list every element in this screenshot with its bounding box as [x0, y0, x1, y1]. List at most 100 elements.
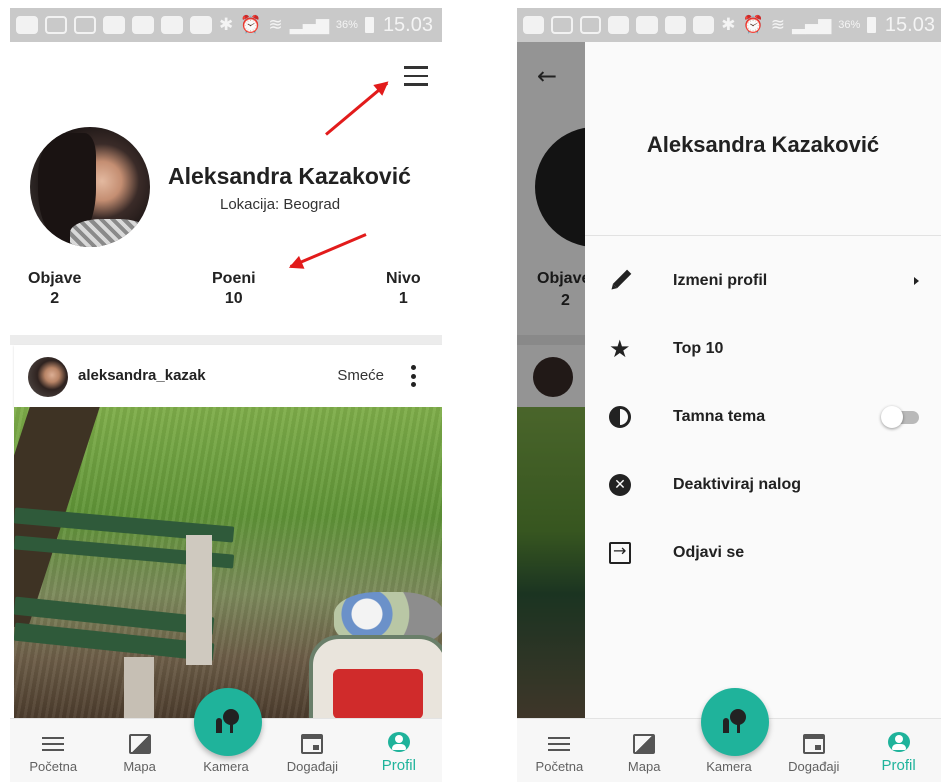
camera-tree-icon	[722, 709, 748, 735]
pencil-icon	[604, 265, 635, 296]
menu-item-label: Top 10	[673, 340, 724, 357]
logout-icon	[609, 541, 631, 564]
scrim[interactable]	[517, 42, 585, 782]
nav-label: Kamera	[706, 759, 752, 774]
nav-profile[interactable]: Profil	[356, 719, 442, 782]
battery-percent: 36%	[335, 19, 358, 31]
notification-icon	[74, 16, 96, 34]
nav-home[interactable]: Početna	[10, 719, 96, 782]
notification-icon	[664, 16, 686, 34]
stat-value: 2	[50, 290, 60, 307]
nav-label: Događaji	[788, 759, 840, 774]
notification-icon	[161, 16, 183, 34]
more-vert-icon[interactable]	[410, 365, 416, 387]
nav-label: Mapa	[123, 759, 156, 774]
stat-points: Poeni 10	[212, 270, 256, 308]
avatar	[28, 357, 68, 397]
profile-screen: ✱ ⏰ ≋ ▂▄▆ 36% 15.03 Aleksandra Kazaković…	[10, 0, 442, 782]
annotation-arrow	[289, 233, 367, 268]
profile-name: Aleksandra Kazaković	[168, 163, 411, 189]
navigation-drawer: Aleksandra Kazaković Izmeni profil ★ Top…	[585, 42, 941, 722]
wifi-icon: ≋	[268, 15, 283, 35]
account-circle-icon	[387, 732, 410, 752]
nav-label: Profil	[381, 757, 416, 774]
image-icon	[128, 734, 151, 754]
clock: 15.03	[382, 13, 433, 36]
stat-label: Objave	[28, 270, 82, 287]
drawer-screen: ✱ ⏰ ≋ ▂▄▆ 36% 15.03 Objave 2 ← Aleksandr…	[517, 0, 941, 782]
clock: 15.03	[884, 13, 935, 36]
account-circle-icon	[887, 732, 910, 752]
cancel-icon: ✕	[609, 474, 631, 496]
annotation-arrow	[325, 81, 389, 136]
battery-percent: 36%	[838, 19, 861, 31]
menu-item-label: Odjavi se	[673, 544, 745, 561]
list-icon	[548, 734, 571, 754]
menu-item-edit-profile[interactable]: Izmeni profil	[585, 253, 941, 309]
nav-label: Događaji	[286, 759, 339, 774]
stat-label: Poeni	[212, 270, 256, 287]
post-category: Smeće	[337, 367, 384, 384]
nav-label: Početna	[535, 759, 584, 774]
status-bar: ✱ ⏰ ≋ ▂▄▆ 36% 15.03	[517, 8, 941, 42]
menu-item-deactivate[interactable]: ✕ Deaktiviraj nalog	[585, 457, 941, 513]
menu-item-label: Tamna tema	[673, 408, 766, 425]
list-icon	[42, 734, 65, 754]
nav-map[interactable]: Mapa	[602, 719, 687, 782]
bluetooth-icon: ✱	[721, 15, 736, 35]
back-arrow-icon[interactable]: ←	[537, 62, 557, 90]
stat-value: 1	[398, 290, 408, 307]
star-icon: ★	[609, 335, 631, 363]
notification-icon	[551, 16, 573, 34]
status-bar: ✱ ⏰ ≋ ▂▄▆ 36% 15.03	[10, 8, 442, 42]
notification-icon	[190, 16, 212, 34]
nav-profile[interactable]: Profil	[856, 719, 941, 782]
menu-item-top10[interactable]: ★ Top 10	[585, 321, 941, 377]
nav-label: Profil	[881, 757, 916, 774]
stat-label: Nivo	[386, 270, 421, 287]
signal-icon: ▂▄▆	[289, 15, 329, 35]
battery-icon	[364, 17, 374, 33]
menu-item-label: Deaktiviraj nalog	[673, 476, 802, 493]
nav-map[interactable]: Mapa	[96, 719, 182, 782]
drawer-user-name: Aleksandra Kazaković	[646, 132, 880, 157]
nav-label: Početna	[29, 759, 78, 774]
stat-value: 10	[224, 290, 243, 307]
menu-item-logout[interactable]: Odjavi se	[585, 525, 941, 581]
nav-events[interactable]: Događaji	[771, 719, 856, 782]
profile-location: Lokacija: Beograd	[220, 196, 341, 213]
camera-fab-button[interactable]	[701, 688, 769, 756]
notification-icon	[103, 16, 125, 34]
stat-level: Nivo 1	[386, 270, 421, 308]
menu-item-dark-theme[interactable]: Tamna tema	[585, 389, 941, 445]
nav-home[interactable]: Početna	[517, 719, 602, 782]
contrast-icon	[609, 406, 631, 428]
notification-icon	[523, 16, 545, 34]
image-icon	[633, 734, 656, 754]
nav-events[interactable]: Događaji	[269, 719, 355, 782]
submenu-arrow-icon	[914, 277, 919, 285]
stat-posts: Objave 2	[28, 270, 81, 308]
dark-theme-toggle[interactable]	[881, 405, 921, 429]
alarm-icon: ⏰	[240, 15, 262, 35]
post-header: aleksandra_kazak Smeće	[14, 345, 442, 407]
divider	[10, 335, 442, 345]
avatar	[30, 127, 150, 247]
signal-icon: ▂▄▆	[791, 15, 832, 35]
notification-icon	[16, 16, 38, 34]
calendar-icon	[301, 734, 324, 754]
nav-label: Mapa	[627, 759, 661, 774]
camera-fab-button[interactable]	[194, 688, 262, 756]
menu-icon[interactable]	[404, 66, 428, 86]
calendar-icon	[802, 734, 825, 754]
post-username[interactable]: aleksandra_kazak	[78, 367, 206, 384]
post-photo[interactable]	[14, 407, 442, 719]
battery-icon	[867, 17, 876, 33]
menu-item-label: Izmeni profil	[673, 272, 768, 289]
notification-icon	[45, 16, 67, 34]
notification-icon	[636, 16, 658, 34]
nav-label: Kamera	[203, 759, 249, 774]
notification-icon	[692, 16, 715, 34]
alarm-icon: ⏰	[742, 15, 764, 35]
wifi-icon: ≋	[770, 15, 785, 35]
